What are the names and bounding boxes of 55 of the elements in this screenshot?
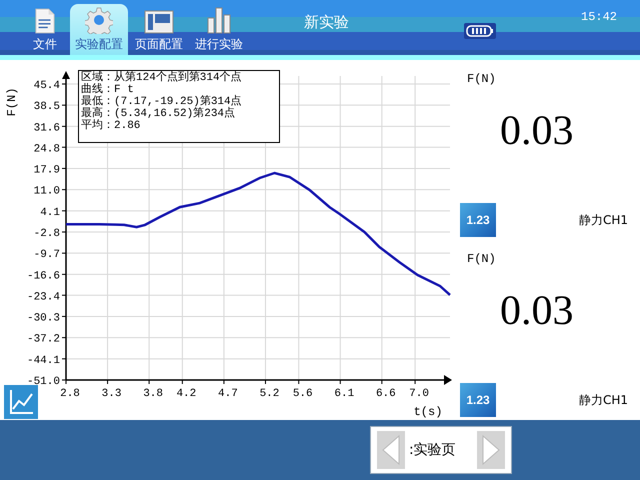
digital-display-button[interactable]: 1.23 (460, 203, 496, 237)
toolbar-tab[interactable]: 实验配置 (70, 4, 128, 55)
meter-value: 0.03 (500, 290, 574, 332)
x-tick-label: 3.3 (102, 388, 122, 400)
bar-chart-icon (206, 6, 232, 34)
y-tick-label: 31.6 (34, 122, 60, 134)
digital-display-button[interactable]: 1.23 (460, 383, 496, 417)
toolbar-tab[interactable]: 进行实验 (190, 4, 248, 55)
y-tick-label: 45.4 (34, 80, 60, 92)
y-tick-label: -37.2 (26, 334, 60, 346)
y-tick-label: -9.7 (34, 249, 60, 262)
y-tick-label: -51.0 (26, 376, 60, 388)
y-tick-label: -30.3 (26, 312, 60, 324)
document-icon (34, 8, 56, 34)
meter-value: 0.03 (500, 110, 574, 152)
y-tick-label: 11.0 (34, 186, 60, 198)
y-tick-label: 38.5 (34, 101, 60, 114)
meter-unit: F(N) (467, 252, 496, 266)
sensor-name: 静力CH1 (578, 212, 628, 228)
x-tick-label: 2.8 (60, 388, 80, 400)
y-tick-label: 17.9 (34, 164, 60, 176)
y-tick-label: -2.8 (34, 228, 60, 240)
x-tick-label: 5.2 (260, 388, 280, 400)
x-tick-label: 6.1 (334, 388, 354, 400)
y-tick-label: -16.6 (26, 270, 60, 282)
info-text: 平均：2.86 (81, 120, 142, 132)
line-chart-icon[interactable] (4, 385, 38, 419)
x-tick-label: 6.6 (376, 388, 396, 400)
toolbar-tab[interactable]: 文件 (22, 4, 68, 55)
x-tick-label: 5.6 (292, 388, 313, 400)
y-axis-label: F(N) (5, 88, 19, 116)
info-text: 最低：(7.17,-19.25)第314点 (81, 96, 243, 108)
battery-icon (464, 23, 496, 39)
y-tick-label: 24.8 (34, 143, 60, 156)
x-tick-label: 4.2 (176, 388, 196, 400)
window-title: 新实验 (304, 13, 349, 32)
page-name: :实验页 (409, 441, 457, 459)
x-tick-label: 4.7 (218, 388, 238, 400)
x-axis-label: t(s) (414, 405, 442, 419)
meter-unit: F(N) (467, 72, 496, 86)
gear-icon (85, 6, 113, 34)
x-tick-label: 7.0 (409, 388, 429, 400)
info-text: 最高：(5.34,16.52)第234点 (81, 108, 236, 120)
previous-page-button[interactable] (377, 431, 405, 469)
layout-icon (144, 10, 174, 34)
y-tick-label: -44.1 (26, 354, 60, 367)
info-text: 曲线：F t (81, 84, 135, 96)
y-tick-label: -23.4 (26, 291, 60, 304)
sensor-name: 静力CH1 (578, 392, 628, 408)
x-tick-label: 3.8 (143, 388, 164, 400)
clock-time: 15:42 (581, 10, 618, 24)
y-tick-label: 4.1 (40, 206, 60, 219)
info-text: 区域：从第124个点到第314个点 (81, 72, 243, 84)
toolbar-tab[interactable]: 页面配置 (130, 4, 188, 55)
next-page-button[interactable] (477, 431, 505, 469)
